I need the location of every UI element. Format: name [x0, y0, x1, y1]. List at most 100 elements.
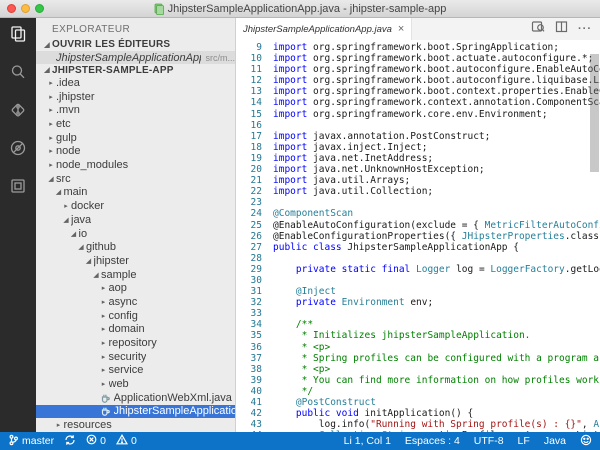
- line-number: 40: [236, 386, 262, 397]
- code-editor[interactable]: 9import org.springframework.boot.SpringA…: [236, 40, 600, 432]
- activity-debug-button[interactable]: [6, 138, 30, 162]
- close-tab-icon[interactable]: ×: [398, 24, 404, 35]
- close-window-button[interactable]: [7, 4, 16, 13]
- tree-item-sample[interactable]: ◢sample: [36, 268, 235, 282]
- more-actions-button[interactable]: ···: [578, 23, 592, 35]
- chevron-right-icon: ▸: [46, 120, 56, 128]
- tree-item-async[interactable]: ▸async: [36, 295, 235, 309]
- status-indentation[interactable]: Espaces : 4: [405, 435, 460, 447]
- line-number: 24: [236, 208, 262, 219]
- minimize-window-button[interactable]: [21, 4, 30, 13]
- status-language-mode[interactable]: Java: [544, 435, 566, 447]
- chevron-expanded-icon: ◢: [69, 230, 79, 238]
- chevron-right-icon: ▸: [46, 93, 56, 101]
- activity-bar: [0, 18, 36, 432]
- code-line-37: 37 * Spring profiles can be configured w…: [236, 353, 600, 364]
- tree-item-resources[interactable]: ▸resources: [36, 418, 235, 432]
- tab-jhipster-sample-application-app[interactable]: JhipsterSampleApplicationApp.java ×: [236, 18, 412, 40]
- file-tree: ▸.idea▸.jhipster▸.mvn▸etc▸gulp▸node▸node…: [36, 76, 235, 432]
- tree-item-src[interactable]: ◢src: [36, 172, 235, 186]
- zoom-window-button[interactable]: [35, 4, 44, 13]
- tree-item-label: config: [109, 310, 138, 322]
- activity-search-button[interactable]: [6, 62, 30, 86]
- chevron-right-icon: ▸: [46, 134, 56, 142]
- status-git-branch[interactable]: master: [8, 434, 54, 449]
- tree-item--jhipster[interactable]: ▸.jhipster: [36, 90, 235, 104]
- line-number: 10: [236, 53, 262, 64]
- tree-item-config[interactable]: ▸config: [36, 309, 235, 323]
- tree-item-applicationwebxml-java[interactable]: ApplicationWebXml.java: [36, 391, 235, 405]
- status-feedback[interactable]: [580, 434, 592, 449]
- line-number: 27: [236, 242, 262, 253]
- code-line-41: 41 @PostConstruct: [236, 397, 600, 408]
- tree-item-java[interactable]: ◢java: [36, 213, 235, 227]
- tree-item--mvn[interactable]: ▸.mvn: [36, 104, 235, 118]
- tree-item-security[interactable]: ▸security: [36, 350, 235, 364]
- chevron-expanded-icon: ◢: [54, 188, 64, 196]
- tree-item-node-modules[interactable]: ▸node_modules: [36, 158, 235, 172]
- traffic-lights: [0, 4, 44, 13]
- tree-item-web[interactable]: ▸web: [36, 377, 235, 391]
- line-number: 9: [236, 42, 262, 53]
- line-number: 21: [236, 175, 262, 186]
- chevron-right-icon: ▸: [99, 312, 109, 320]
- status-sync[interactable]: [64, 434, 76, 449]
- code-line-32: 32 private Environment env;: [236, 297, 600, 308]
- tree-item-jhipster[interactable]: ◢jhipster: [36, 254, 235, 268]
- activity-explorer-button[interactable]: [6, 24, 30, 48]
- status-eol[interactable]: LF: [518, 435, 530, 447]
- open-editors-list: JhipsterSampleApplicationApp.javasrc/m..…: [36, 51, 235, 65]
- tree-item-service[interactable]: ▸service: [36, 364, 235, 378]
- git-icon: [8, 100, 28, 125]
- tree-item-io[interactable]: ◢io: [36, 227, 235, 241]
- window-title: JhipsterSampleApplicationApp.java - jhip…: [168, 3, 447, 15]
- warning-icon: [116, 434, 128, 448]
- tree-item-label: github: [86, 241, 116, 253]
- chevron-right-icon: ▸: [99, 284, 109, 292]
- tree-item-label: repository: [109, 337, 157, 349]
- code-line-13: 13import org.springframework.boot.contex…: [236, 86, 600, 97]
- line-number: 35: [236, 330, 262, 341]
- line-number: 16: [236, 120, 262, 131]
- open-preview-button[interactable]: [531, 20, 545, 38]
- project-header[interactable]: ◢ JHIPSTER-SAMPLE-APP: [36, 64, 235, 76]
- status-warnings[interactable]: 0: [116, 434, 137, 448]
- line-number: 34: [236, 319, 262, 330]
- line-number: 36: [236, 342, 262, 353]
- status-encoding[interactable]: UTF-8: [474, 435, 504, 447]
- activity-source-control-button[interactable]: [6, 100, 30, 124]
- line-number: 37: [236, 353, 262, 364]
- chevron-expanded-icon: ◢: [84, 257, 94, 265]
- line-number: 39: [236, 375, 262, 386]
- tree-item-jhipstersampleapplicationapp-java[interactable]: JhipsterSampleApplicationApp.java: [36, 405, 235, 419]
- tree-item-label: aop: [109, 282, 127, 294]
- open-editors-header[interactable]: ◢ OUVRIR LES ÉDITEURS: [36, 39, 235, 51]
- tree-item-docker[interactable]: ▸docker: [36, 199, 235, 213]
- code-line-44: 44 Collection<String> activeProfiles = A…: [236, 430, 600, 432]
- status-cursor-position[interactable]: Li 1, Col 1: [344, 435, 391, 447]
- line-number: 41: [236, 397, 262, 408]
- tree-item-label: etc: [56, 118, 71, 130]
- code-line-11: 11import org.springframework.boot.autoco…: [236, 64, 600, 75]
- tree-item-domain[interactable]: ▸domain: [36, 323, 235, 337]
- line-number: 32: [236, 297, 262, 308]
- editor-group: JhipsterSampleApplicationApp.java × ··· …: [236, 18, 600, 432]
- tree-item-repository[interactable]: ▸repository: [36, 336, 235, 350]
- tree-item-github[interactable]: ◢github: [36, 240, 235, 254]
- split-editor-button[interactable]: [555, 20, 568, 38]
- tree-item--idea[interactable]: ▸.idea: [36, 76, 235, 90]
- explorer-sidebar: EXPLORATEUR ◢ OUVRIR LES ÉDITEURS Jhipst…: [36, 18, 236, 432]
- tree-item-main[interactable]: ◢main: [36, 186, 235, 200]
- tree-item-gulp[interactable]: ▸gulp: [36, 131, 235, 145]
- status-errors[interactable]: 0: [86, 434, 106, 448]
- tree-item-label: domain: [109, 323, 145, 335]
- line-number: 42: [236, 408, 262, 419]
- open-editor-item[interactable]: JhipsterSampleApplicationApp.javasrc/m..…: [36, 51, 235, 65]
- tree-item-node[interactable]: ▸node: [36, 145, 235, 159]
- tree-item-aop[interactable]: ▸aop: [36, 281, 235, 295]
- tree-item-etc[interactable]: ▸etc: [36, 117, 235, 131]
- activity-extensions-button[interactable]: [6, 176, 30, 200]
- editor-scrollbar[interactable]: [590, 54, 599, 172]
- chevron-expanded-icon: ◢: [91, 271, 101, 279]
- code-line-26: 26@EnableConfigurationProperties({ JHips…: [236, 231, 600, 242]
